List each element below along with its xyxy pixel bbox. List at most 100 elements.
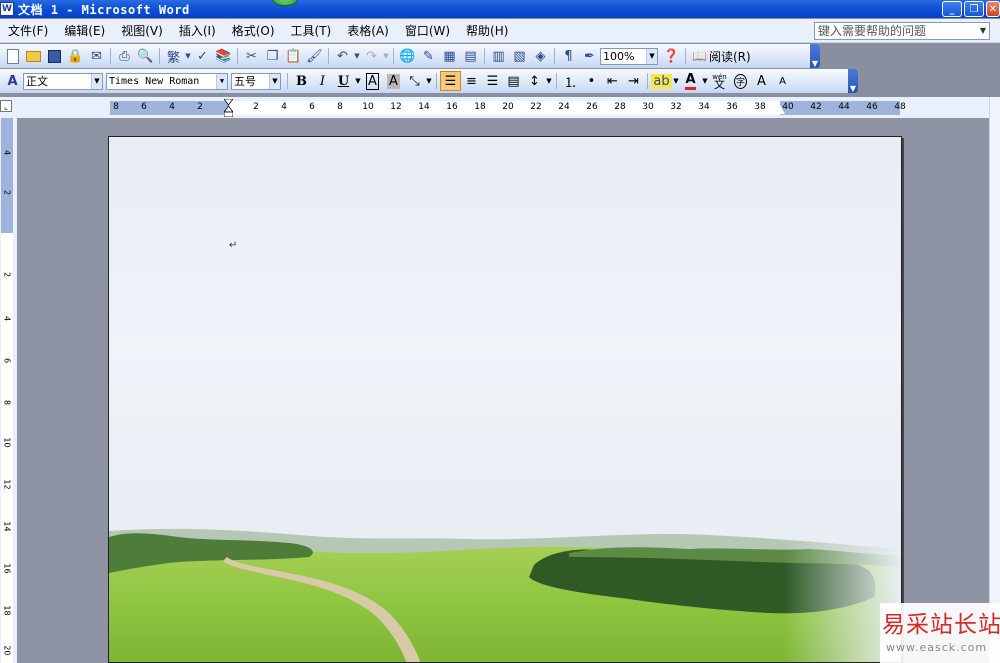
- toolbar-options-button[interactable]: ▼: [848, 69, 858, 93]
- enclose-characters-button[interactable]: 字: [730, 71, 751, 91]
- drawing-button[interactable]: ▧: [509, 46, 530, 66]
- spelling-button[interactable]: ✓: [192, 46, 213, 66]
- ink-button[interactable]: ✒: [579, 46, 600, 66]
- menu-edit[interactable]: 编辑(E): [56, 22, 113, 39]
- show-hide-button[interactable]: ¶: [558, 46, 579, 66]
- font-value: Times New Roman: [109, 75, 200, 87]
- chevron-down-icon[interactable]: ▼: [91, 73, 102, 89]
- font-color-button[interactable]: A: [680, 71, 701, 91]
- toolbar-options-button[interactable]: ▼: [810, 44, 820, 68]
- highlight-button[interactable]: ab: [651, 71, 672, 91]
- help-search-input[interactable]: 键入需要帮助的问题 ▼: [814, 22, 990, 40]
- ruler-tick-label: 14: [418, 102, 430, 112]
- italic-button[interactable]: I: [312, 71, 333, 91]
- ruler-tick-label: 32: [670, 102, 682, 112]
- word-app-icon[interactable]: W: [0, 2, 14, 16]
- underline-button[interactable]: U: [333, 71, 354, 91]
- numbering-button[interactable]: ⒈: [560, 71, 581, 91]
- line-spacing-dropdown[interactable]: ▼: [545, 71, 553, 91]
- paste-button[interactable]: 📋: [283, 46, 304, 66]
- close-button[interactable]: ✕: [986, 1, 1000, 17]
- menu-view[interactable]: 视图(V): [113, 22, 171, 39]
- research-book-button[interactable]: 📚: [213, 46, 234, 66]
- chevron-down-icon[interactable]: ▼: [216, 73, 227, 89]
- justify-button[interactable]: ▤: [503, 71, 524, 91]
- format-painter-button[interactable]: 🖌: [304, 46, 325, 66]
- menu-file[interactable]: 文件(F): [0, 22, 56, 39]
- font-select[interactable]: Times New Roman ▼: [106, 72, 228, 90]
- new-document-button[interactable]: [2, 46, 23, 66]
- bold-button[interactable]: B: [291, 71, 312, 91]
- menu-table[interactable]: 表格(A): [339, 22, 397, 39]
- font-size-select[interactable]: 五号 ▼: [231, 72, 281, 90]
- help-button[interactable]: ❓: [661, 46, 682, 66]
- email-button[interactable]: ✉: [86, 46, 107, 66]
- hyperlink-button[interactable]: 🌐: [397, 46, 418, 66]
- zoom-select[interactable]: 100% ▼: [600, 47, 658, 65]
- chevron-down-icon[interactable]: ▼: [646, 48, 657, 64]
- vertical-ruler[interactable]: 4 2 2 4 6 8 10 12 14 16 18 20: [1, 118, 13, 663]
- save-button[interactable]: [44, 46, 65, 66]
- align-center-button[interactable]: ≡: [461, 71, 482, 91]
- ruler-tick-label: 30: [642, 102, 654, 112]
- shrink-font-button[interactable]: A: [772, 71, 793, 91]
- menu-tools[interactable]: 工具(T): [283, 22, 340, 39]
- underline-dropdown[interactable]: ▼: [354, 71, 362, 91]
- increase-indent-button[interactable]: ⇥: [623, 71, 644, 91]
- reading-layout-button[interactable]: 📖 阅读(R): [689, 46, 754, 66]
- cut-button[interactable]: ✂: [241, 46, 262, 66]
- undo-dropdown[interactable]: ▼: [353, 46, 361, 66]
- menu-format[interactable]: 格式(O): [224, 22, 283, 39]
- justify-icon: ▤: [507, 73, 520, 89]
- insert-excel-button[interactable]: ▤: [460, 46, 481, 66]
- redo-dropdown[interactable]: ▼: [382, 46, 390, 66]
- menu-window[interactable]: 窗口(W): [397, 22, 458, 39]
- phonetic-guide-button[interactable]: wén 文: [709, 71, 730, 91]
- decrease-indent-button[interactable]: ⇤: [602, 71, 623, 91]
- styles-formatting-button[interactable]: A: [2, 71, 23, 91]
- menu-insert[interactable]: 插入(I): [171, 22, 224, 39]
- print-button[interactable]: ⎙: [114, 46, 135, 66]
- chevron-down-icon[interactable]: ▼: [269, 73, 280, 89]
- globe-link-icon: 🌐: [399, 48, 416, 64]
- redo-button[interactable]: ↷: [361, 46, 382, 66]
- horizontal-ruler[interactable]: 8 6 4 2 2 4 6 8 10 12 14 16 18 20 22 24 26 28 30 32 34 36 38 40…: [110, 99, 906, 117]
- minimize-button[interactable]: _: [942, 1, 962, 17]
- columns-button[interactable]: ▥: [488, 46, 509, 66]
- permission-icon: 🔒: [67, 48, 84, 64]
- restore-button[interactable]: ❐: [964, 1, 984, 17]
- vertical-ruler-tick-label: 20: [2, 645, 12, 656]
- vertical-scrollbar[interactable]: [989, 97, 1000, 663]
- char-scale-dropdown[interactable]: ▼: [425, 71, 433, 91]
- research-button[interactable]: 繁: [163, 46, 184, 66]
- dropdown-arrow[interactable]: ▼: [184, 46, 192, 66]
- print-preview-button[interactable]: 🔍: [135, 46, 156, 66]
- line-spacing-button[interactable]: ↕: [524, 71, 545, 91]
- style-select[interactable]: 正文 ▼: [23, 72, 103, 90]
- char-scale-button[interactable]: ⤡: [404, 71, 425, 91]
- align-left-button[interactable]: ☰: [440, 71, 461, 91]
- align-right-button[interactable]: ☰: [482, 71, 503, 91]
- insert-table-button[interactable]: ▦: [439, 46, 460, 66]
- font-color-dropdown[interactable]: ▼: [701, 71, 709, 91]
- ruler-tick-label: 2: [253, 102, 259, 112]
- help-dropdown-icon[interactable]: ▼: [977, 23, 989, 39]
- ruler-tick-label: 24: [558, 102, 570, 112]
- permission-button[interactable]: 🔒: [65, 46, 86, 66]
- bullets-button[interactable]: •: [581, 71, 602, 91]
- char-border-button[interactable]: A: [362, 71, 383, 91]
- open-button[interactable]: [23, 46, 44, 66]
- highlight-dropdown[interactable]: ▼: [672, 71, 680, 91]
- indent-markers[interactable]: [224, 99, 233, 117]
- document-map-button[interactable]: ◈: [530, 46, 551, 66]
- undo-button[interactable]: ↶: [332, 46, 353, 66]
- menu-help[interactable]: 帮助(H): [458, 22, 516, 39]
- vertical-ruler-tick-label: 4: [2, 315, 12, 322]
- tables-borders-button[interactable]: ✎: [418, 46, 439, 66]
- research-icon: 繁: [166, 50, 180, 66]
- tab-selector-button[interactable]: ⌞: [0, 100, 12, 112]
- grow-font-button[interactable]: A: [751, 71, 772, 91]
- char-shading-button[interactable]: A: [383, 71, 404, 91]
- copy-button[interactable]: ❐: [262, 46, 283, 66]
- document-page[interactable]: ↵: [108, 136, 902, 663]
